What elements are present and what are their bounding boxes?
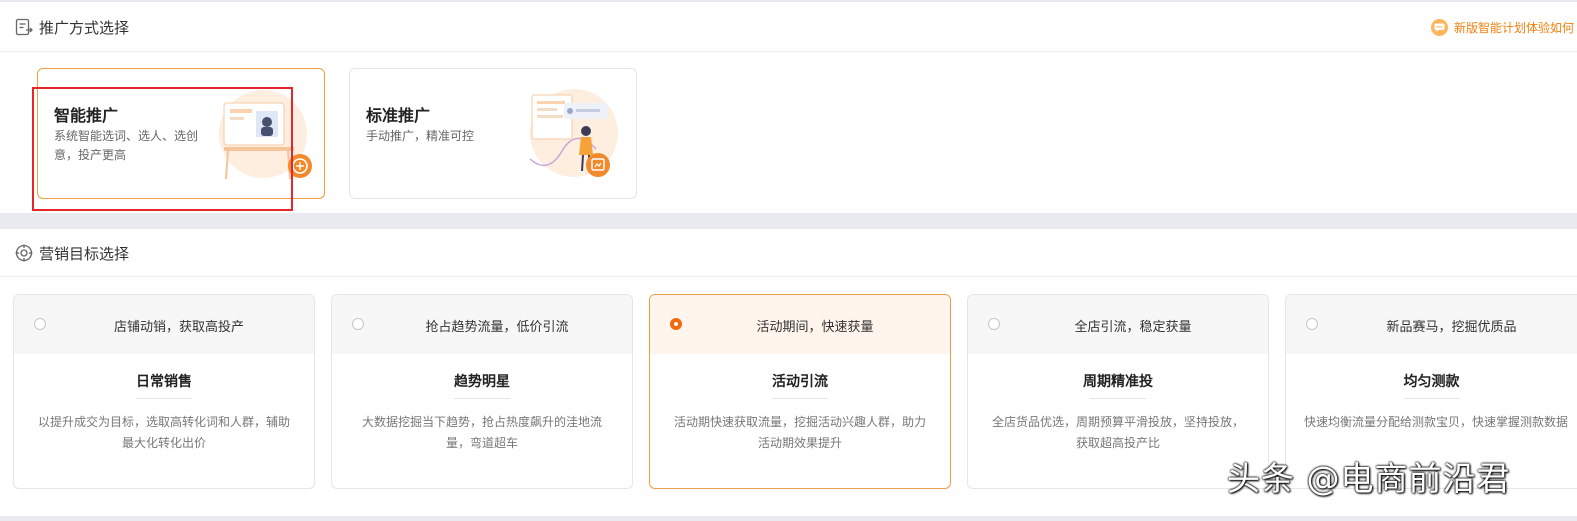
goal-desc: 全店货品优选，周期预算平滑投放，坚持投放，获取超高投产比 [991,415,1244,450]
goal-card-daily-sales[interactable]: 店铺动销，获取高投产 日常销售 以提升成交为目标，选取高转化词和人群，辅助最大化… [13,294,315,489]
goal-name: 活动引流 [772,374,828,390]
goal-desc: 快速均衡流量分配给测款宝贝，快速掌握测款数据 [1304,415,1569,429]
goal-name: 均匀测款 [1403,374,1460,390]
standard-promotion-card[interactable]: 标准推广 手动推广，精准可控 [349,68,637,199]
goal-divider [454,398,510,399]
document-switch-icon [15,18,33,36]
smart-promotion-illustration [219,90,312,180]
goal-head-label: 店铺动销，获取高投产 [113,320,244,335]
goal-card-event-traffic[interactable]: 活动期间，快速获量 活动引流 活动期快速获取流量，挖掘活动兴趣人群，助力活动期效… [649,294,951,489]
chat-bubble-icon [1431,19,1448,36]
promo-method-title: 推广方式选择 [39,19,130,37]
goal-radio[interactable] [34,318,46,330]
goal-card-head: 店铺动销，获取高投产 [14,295,314,354]
goal-divider [1090,398,1146,399]
marketing-goal-title: 营销目标选择 [39,245,130,263]
goal-head-label: 抢占趋势流量，低价引流 [425,320,569,335]
goal-card-head: 活动期间，快速获量 [650,295,950,354]
promo-method-header: 推广方式选择 新版智能计划体验如何 [0,2,1577,52]
goal-card-periodic-precise[interactable]: 全店引流，稳定获量 周期精准投 全店货品优选，周期预算平滑投放，坚持投放，获取超… [967,294,1269,489]
goal-radio[interactable] [352,318,364,330]
goal-card-head: 抢占趋势流量，低价引流 [332,295,632,354]
goal-card-trend-star[interactable]: 抢占趋势流量，低价引流 趋势明星 大数据挖掘当下趋势，抢占热度飙升的洼地流量，弯… [331,294,633,489]
goal-head-label: 新品赛马，挖掘优质品 [1386,320,1517,335]
goal-name: 周期精准投 [1083,374,1153,390]
new-smart-plan-tip-link[interactable]: 新版智能计划体验如何 [1431,19,1574,36]
promo-method-panel: 推广方式选择 新版智能计划体验如何 智能推广 系统智能选词、选人、选创意，投产更… [0,0,1577,213]
standard-promotion-title: 标准推广 [366,106,431,125]
marketing-goal-header: 营销目标选择 [0,229,1577,277]
goal-radio[interactable] [1306,318,1318,330]
smart-promotion-card[interactable]: 智能推广 系统智能选词、选人、选创意，投产更高 [37,68,325,199]
goal-head-label: 活动期间，快速获量 [756,320,874,335]
target-icon [15,244,33,262]
tip-link-label: 新版智能计划体验如何 [1454,21,1575,35]
goal-desc: 活动期快速获取流量，挖掘活动兴趣人群，助力活动期效果提升 [673,415,926,450]
smart-promotion-title: 智能推广 [54,106,119,125]
goal-radio-checked[interactable] [670,318,682,330]
goal-divider [1403,398,1460,399]
goal-desc: 大数据挖掘当下趋势，抢占热度飙升的洼地流量，弯道超车 [361,415,602,450]
goal-head-label: 全店引流，稳定获量 [1074,320,1192,335]
goal-name: 趋势明星 [454,374,510,390]
goal-name: 日常销售 [136,374,192,390]
smart-promotion-desc: 系统智能选词、选人、选创意，投产更高 [54,129,199,162]
goal-divider [136,398,192,399]
goal-card-head: 新品赛马，挖掘优质品 [1286,295,1577,354]
goal-radio[interactable] [988,318,1000,330]
goal-desc: 以提升成交为目标，选取高转化词和人群，辅助最大化转化出价 [37,415,290,450]
goal-divider [772,398,828,399]
watermark: 头条 @电商前沿君 [1227,459,1511,498]
standard-promotion-illustration [529,89,618,177]
goal-card-head: 全店引流，稳定获量 [968,295,1268,354]
standard-promotion-desc: 手动推广，精准可控 [366,129,475,143]
